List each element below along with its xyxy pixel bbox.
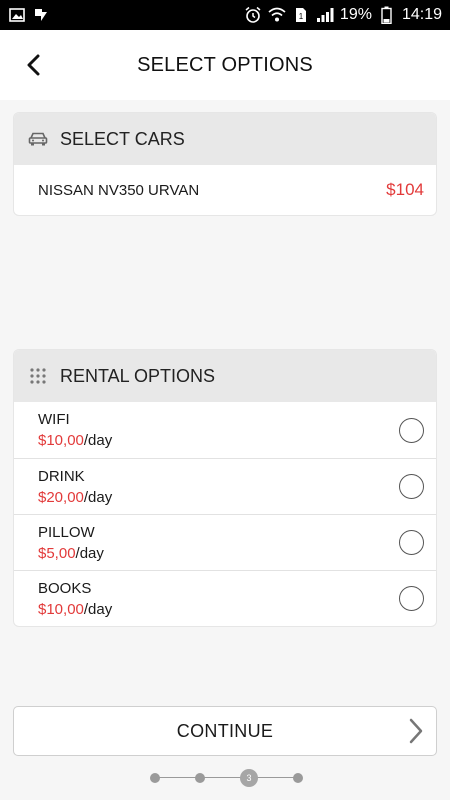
option-name: WIFI [38,411,70,428]
select-cars-header: SELECT CARS [14,113,436,165]
rental-options-list: WIFI $10,00/day DRINK $20,00/day PILLOW … [14,402,436,626]
option-price-amount: $10,00 [38,432,84,449]
svg-text:1: 1 [299,12,304,21]
option-radio[interactable] [399,530,424,555]
option-radio[interactable] [399,417,424,443]
step-dot-4 [293,773,303,783]
option-price: $20,00/day [38,489,112,506]
rental-option-drink[interactable]: DRINK $20,00/day [14,458,436,514]
continue-button[interactable]: CONTINUE [13,706,437,756]
rental-option-books[interactable]: BOOKS $10,00/day [14,570,436,626]
option-radio[interactable] [399,586,424,611]
car-name: NISSAN NV350 URVAN [38,181,200,199]
rental-option-wifi[interactable]: WIFI $10,00/day [14,402,436,458]
step-dot-2 [195,773,205,783]
alarm-icon [244,6,262,24]
car-item[interactable]: NISSAN NV350 URVAN $104 [14,165,436,215]
continue-label: CONTINUE [176,720,274,741]
option-price-amount: $20,00 [38,488,84,506]
battery-percent: 19% [339,6,372,23]
wifi-icon [268,6,286,24]
rental-option-pillow[interactable]: PILLOW $5,00/day [14,514,436,570]
option-text: DRINK $20,00/day [38,468,112,506]
option-price: $10,00/day [38,601,112,618]
status-left [8,6,50,24]
option-price-amount: $10,00 [38,600,84,618]
signal-icon [316,6,334,24]
step-dot-1 [150,773,160,783]
option-text: WIFI $10,00/day [38,411,112,449]
option-price-unit: /day [83,488,113,506]
option-text: PILLOW $5,00/day [38,524,104,562]
rental-options-title: RENTAL OPTIONS [60,365,216,386]
option-price: $10,00/day [38,432,112,449]
option-price-unit: /day [75,544,104,562]
step-connector [155,777,295,778]
option-radio[interactable] [399,474,424,499]
option-price-unit: /day [83,432,113,449]
rental-options-header: RENTAL OPTIONS [14,350,436,402]
step-indicator: 3 [145,767,305,789]
option-price: $5,00/day [38,545,104,562]
grid-dots-icon [28,366,48,386]
car-price: $104 [386,180,424,199]
select-cars-title: SELECT CARS [60,128,185,149]
chevron-left-icon [27,54,40,76]
battery-icon [378,6,396,24]
option-price-unit: /day [83,600,113,618]
status-bar: 1 19% 14:19 [0,0,450,30]
app-notification-icon [32,6,50,24]
option-text: BOOKS $10,00/day [38,580,112,618]
sim-icon: 1 [292,6,310,24]
select-cars-card: SELECT CARS NISSAN NV350 URVAN $104 [13,112,437,216]
step-dot-current: 3 [240,769,258,787]
car-icon [28,129,48,149]
status-right: 1 19% 14:19 [244,6,442,24]
option-name: BOOKS [38,579,92,597]
back-button[interactable] [18,50,48,80]
chevron-right-icon [404,716,428,746]
option-name: PILLOW [38,523,95,541]
image-icon [8,6,26,24]
option-price-amount: $5,00 [38,544,76,562]
clock: 14:19 [401,6,442,23]
app-bar: SELECT OPTIONS [0,30,450,100]
option-name: DRINK [38,467,85,485]
page-title: SELECT OPTIONS [137,53,313,76]
rental-options-card: RENTAL OPTIONS WIFI $10,00/day DRINK $20… [13,349,437,627]
